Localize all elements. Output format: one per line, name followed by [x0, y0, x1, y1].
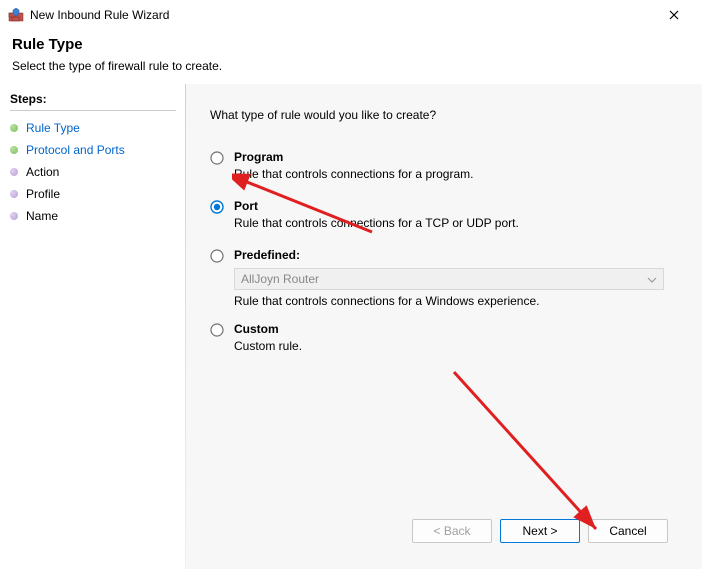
step-rule-type[interactable]: Rule Type [10, 117, 176, 139]
divider [10, 110, 176, 111]
radio-checked-icon[interactable] [210, 200, 224, 214]
close-icon [669, 10, 679, 20]
option-desc: Rule that controls connections for a pro… [234, 167, 682, 181]
step-name[interactable]: Name [10, 205, 176, 227]
title-bar: New Inbound Rule Wizard [0, 0, 702, 30]
option-predefined[interactable]: Predefined: AllJoyn Router Rule that con… [210, 248, 682, 308]
option-custom[interactable]: Custom Custom rule. [210, 322, 682, 353]
window-title: New Inbound Rule Wizard [30, 8, 169, 22]
dropdown-value: AllJoyn Router [241, 272, 319, 286]
step-label: Profile [26, 187, 60, 201]
steps-sidebar: Steps: Rule Type Protocol and Ports Acti… [0, 84, 186, 569]
rule-type-options: Program Rule that controls connections f… [210, 150, 682, 511]
page-title: Rule Type [12, 36, 690, 53]
wizard-content: What type of rule would you like to crea… [186, 84, 702, 569]
step-label: Action [26, 165, 59, 179]
option-desc: Rule that controls connections for a Win… [234, 294, 682, 308]
radio-unchecked-icon[interactable] [210, 151, 224, 165]
option-label: Port [234, 199, 682, 213]
option-port[interactable]: Port Rule that controls connections for … [210, 199, 682, 230]
bullet-icon [10, 168, 18, 176]
back-button: < Back [412, 519, 492, 543]
bullet-icon [10, 212, 18, 220]
step-protocol-and-ports[interactable]: Protocol and Ports [10, 139, 176, 161]
predefined-dropdown[interactable]: AllJoyn Router [234, 268, 664, 290]
bullet-icon [10, 146, 18, 154]
wizard-footer: < Back Next > Cancel [210, 511, 682, 553]
radio-unchecked-icon[interactable] [210, 323, 224, 337]
step-label: Protocol and Ports [26, 143, 125, 157]
radio-unchecked-icon[interactable] [210, 249, 224, 263]
steps-heading: Steps: [10, 92, 176, 106]
step-label: Rule Type [26, 121, 80, 135]
close-button[interactable] [654, 0, 694, 30]
prompt-text: What type of rule would you like to crea… [210, 108, 682, 122]
firewall-icon [8, 7, 24, 23]
bullet-icon [10, 124, 18, 132]
page-subtitle: Select the type of firewall rule to crea… [12, 59, 690, 73]
option-desc: Rule that controls connections for a TCP… [234, 216, 682, 230]
step-label: Name [26, 209, 58, 223]
option-label: Custom [234, 322, 682, 336]
option-program[interactable]: Program Rule that controls connections f… [210, 150, 682, 181]
option-label: Predefined: [234, 248, 682, 262]
step-action[interactable]: Action [10, 161, 176, 183]
next-button[interactable]: Next > [500, 519, 580, 543]
step-profile[interactable]: Profile [10, 183, 176, 205]
cancel-button[interactable]: Cancel [588, 519, 668, 543]
option-label: Program [234, 150, 682, 164]
chevron-down-icon [647, 272, 657, 286]
bullet-icon [10, 190, 18, 198]
wizard-header: Rule Type Select the type of firewall ru… [0, 30, 702, 84]
option-desc: Custom rule. [234, 339, 682, 353]
